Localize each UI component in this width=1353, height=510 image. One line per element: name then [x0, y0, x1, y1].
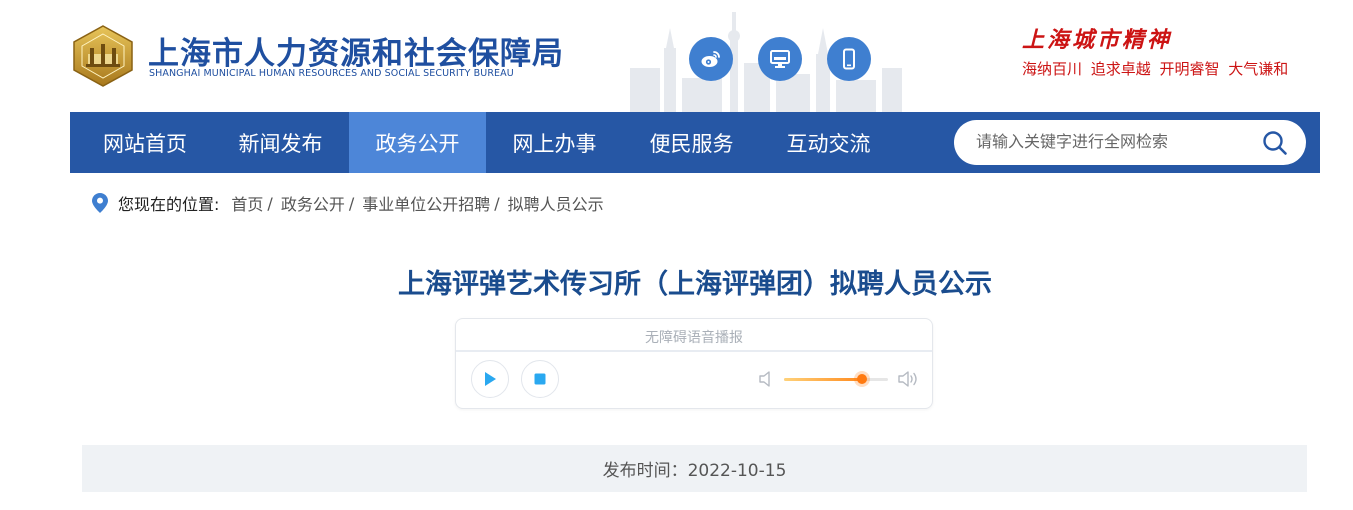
weibo-button[interactable] — [689, 37, 733, 81]
volume-slider[interactable] — [784, 374, 888, 384]
breadcrumb-current[interactable]: 拟聘人员公示 — [508, 191, 604, 215]
nav-item-gov-affairs[interactable]: 政务公开 — [349, 112, 486, 173]
volume-high-icon[interactable] — [897, 370, 919, 388]
site-header: 上海市人力资源和社会保障局 SHANGHAI MUNICIPAL HUMAN R… — [0, 0, 1353, 112]
desktop-icon — [770, 50, 790, 68]
volume-handle[interactable] — [857, 374, 867, 384]
player-label: 无障碍语音播报 — [645, 330, 743, 346]
publish-info-bar: 发布时间：2022-10-15 — [82, 445, 1307, 492]
search-icon[interactable] — [1262, 130, 1288, 156]
breadcrumb-lead: 您现在的位置: — [118, 195, 220, 214]
search-input[interactable] — [976, 120, 1256, 165]
org-name-en: SHANGHAI MUNICIPAL HUMAN RESOURCES AND S… — [149, 68, 514, 79]
nav-item-public-services[interactable]: 便民服务 — [623, 112, 760, 173]
play-button[interactable] — [471, 360, 509, 398]
page-title: 上海评弹艺术传习所（上海评弹团）拟聘人员公示 — [398, 269, 992, 300]
breadcrumb-gov-affairs[interactable]: 政务公开 — [281, 191, 345, 215]
volume-fill — [784, 378, 862, 381]
play-icon — [485, 372, 496, 386]
breadcrumb-separator: / — [348, 193, 355, 213]
main-nav: 网站首页 新闻发布 政务公开 网上办事 便民服务 互动交流 — [70, 112, 1320, 173]
city-spirit-title: 上海城市精神 — [1022, 27, 1173, 53]
breadcrumb-home[interactable]: 首页 — [231, 191, 263, 215]
breadcrumb-separator: / — [494, 193, 500, 213]
mobile-icon — [843, 48, 855, 70]
city-spirit-motto: 海纳百川 追求卓越 开明睿智 大气谦和 — [1022, 60, 1289, 78]
stop-icon — [534, 373, 546, 385]
search-box — [954, 120, 1306, 165]
breadcrumb-recruitment[interactable]: 事业单位公开招聘 — [362, 191, 490, 215]
org-name-cn[interactable]: 上海市人力资源和社会保障局 — [148, 28, 564, 73]
location-pin-icon — [92, 193, 108, 213]
bureau-emblem-icon[interactable] — [70, 24, 136, 88]
desktop-button[interactable] — [758, 37, 802, 81]
weibo-icon — [701, 51, 720, 67]
player-progress-bar[interactable] — [456, 350, 932, 352]
nav-item-interaction[interactable]: 互动交流 — [760, 112, 897, 173]
nav-item-news[interactable]: 新闻发布 — [212, 112, 349, 173]
stop-button[interactable] — [521, 360, 559, 398]
breadcrumb-separator: / — [267, 193, 273, 213]
mobile-button[interactable] — [827, 37, 871, 81]
volume-low-icon[interactable] — [758, 370, 776, 388]
nav-item-home[interactable]: 网站首页 — [70, 112, 220, 173]
nav-item-online-services[interactable]: 网上办事 — [486, 112, 623, 173]
publish-time: 发布时间：2022-10-15 — [602, 461, 787, 481]
breadcrumb: 您现在的位置: 首页 / 政务公开 / 事业单位公开招聘 / 拟聘人员公示 — [92, 192, 604, 214]
audio-player: 无障碍语音播报 — [455, 318, 933, 409]
